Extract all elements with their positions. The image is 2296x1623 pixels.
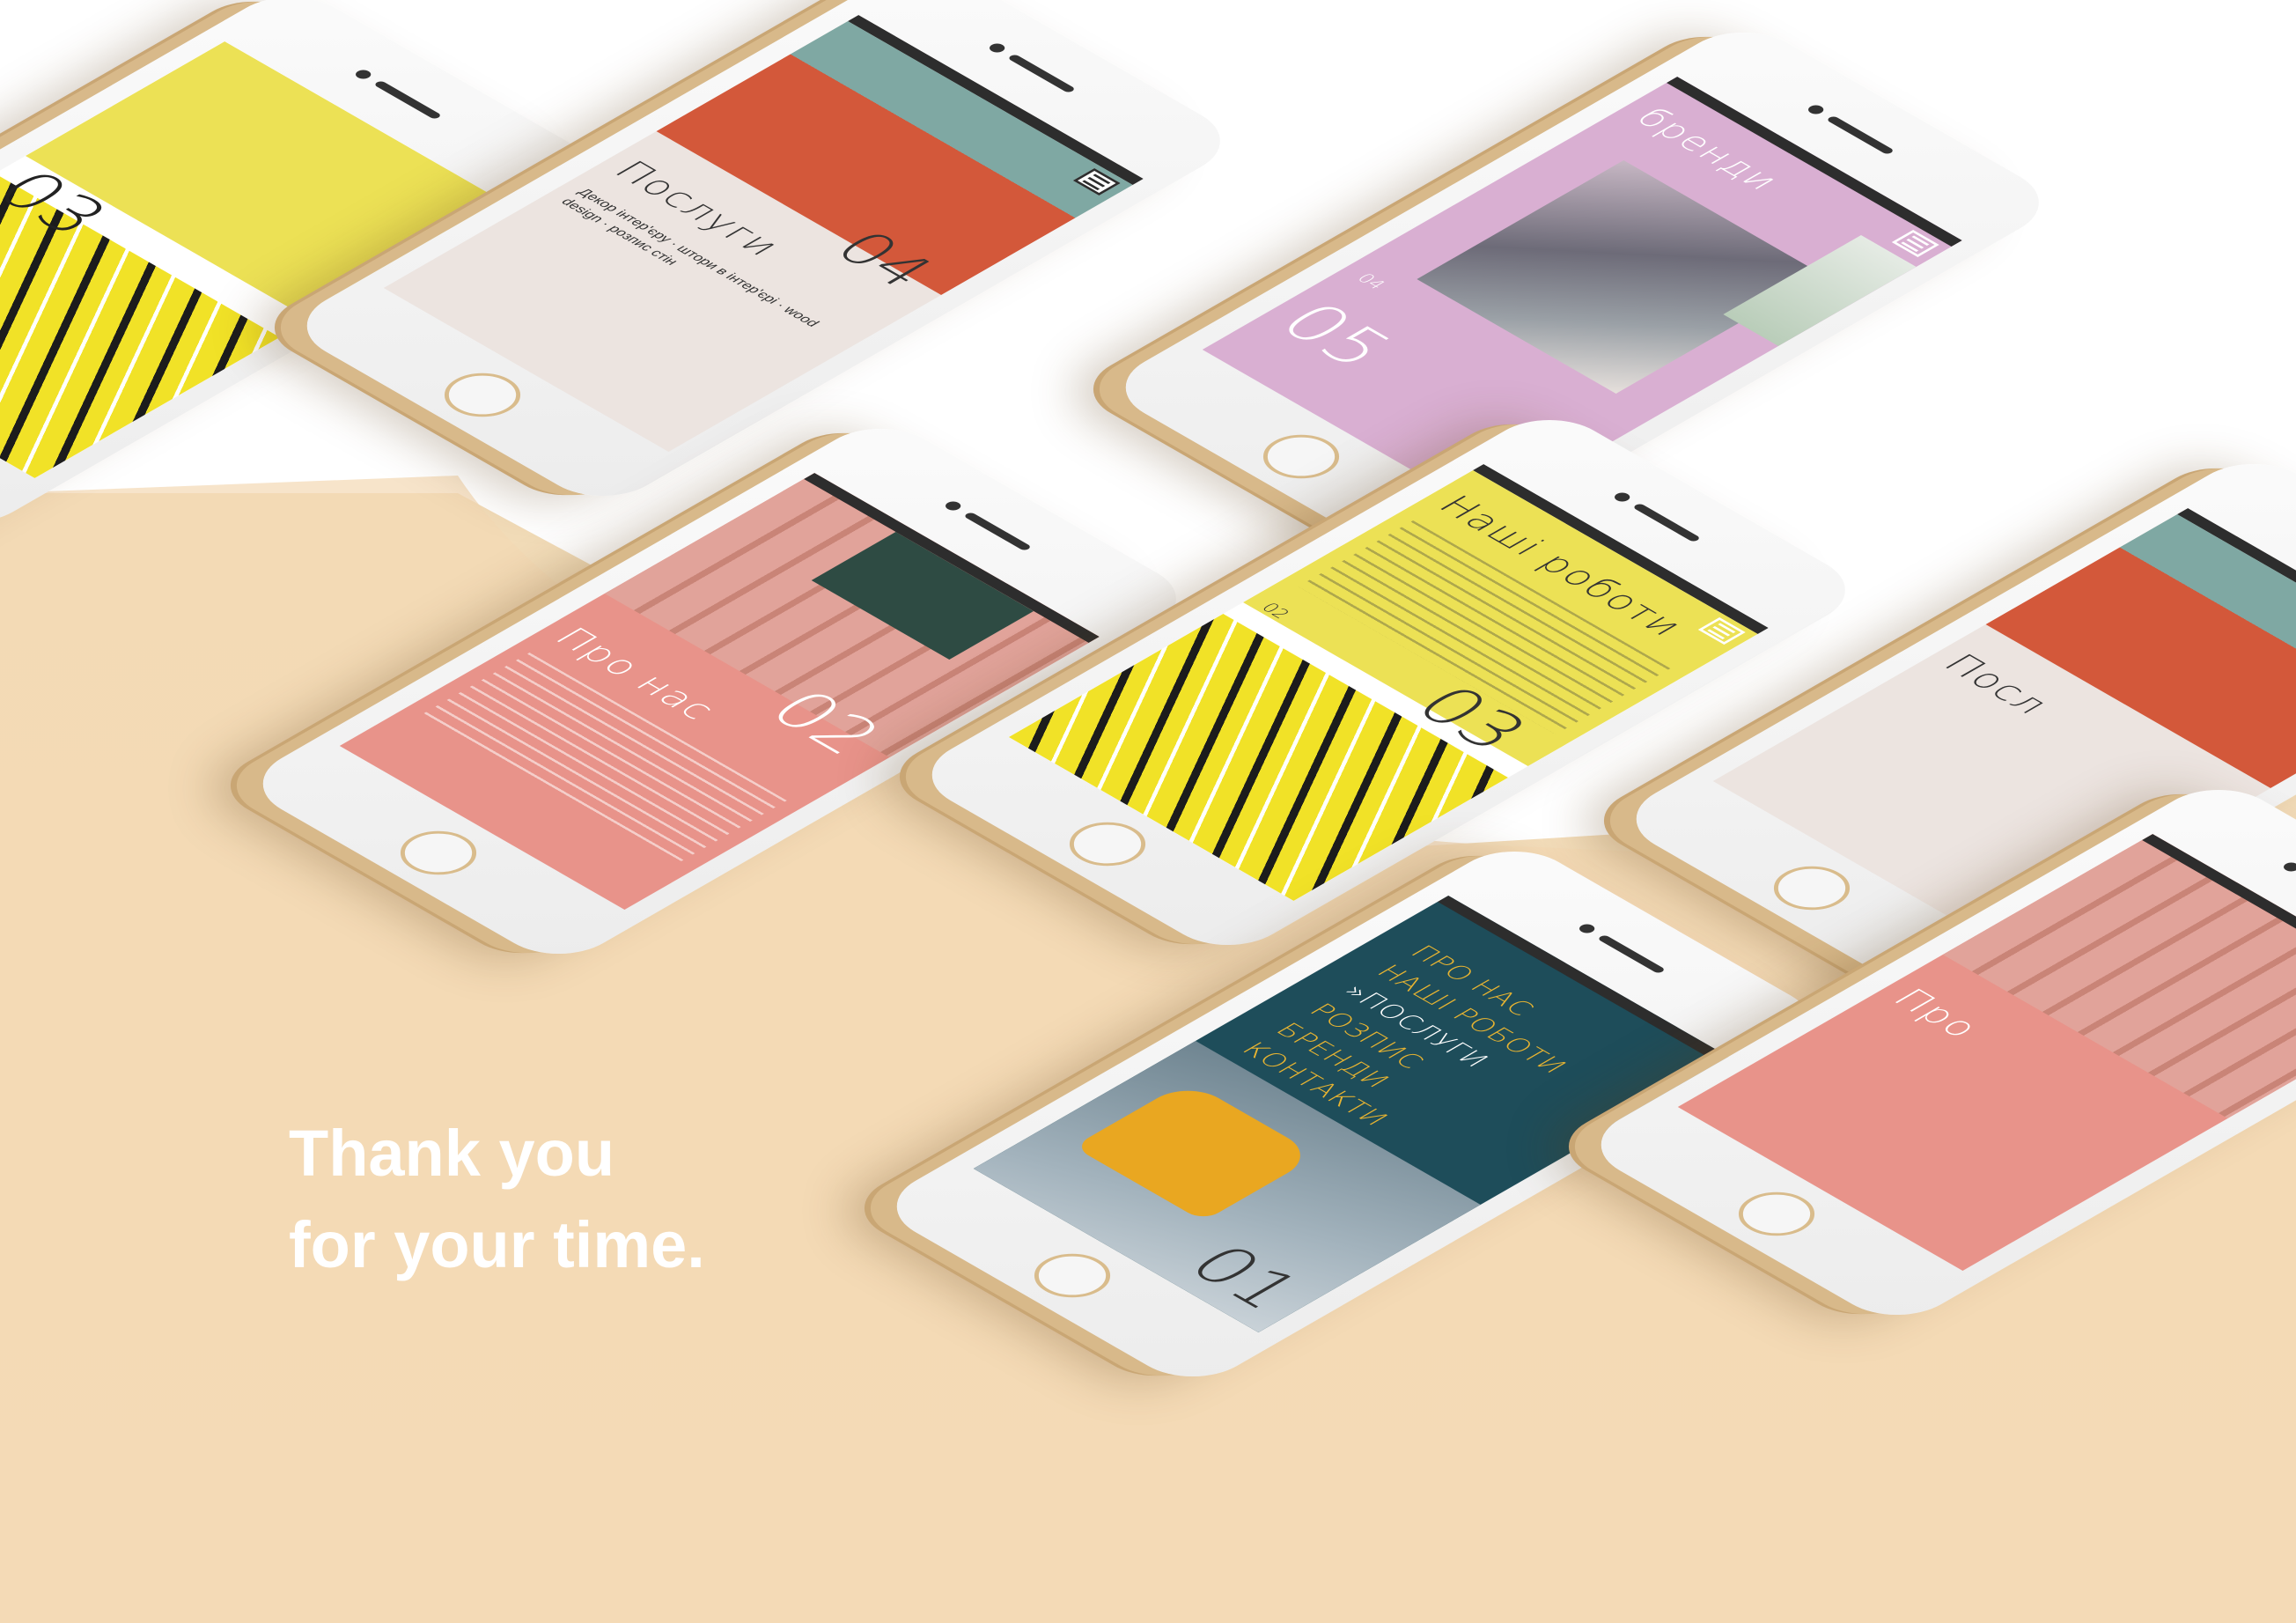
section-number: 05 [1261, 292, 1411, 379]
headline-line-1: Thank you [289, 1117, 615, 1190]
thank-you-headline: Thank you for your time. [289, 1108, 705, 1291]
presentation-canvas: 03 Послуги 04 Декор інтер'єру · штори в … [0, 0, 2296, 1623]
headline-line-2: for your time. [289, 1208, 705, 1281]
screen-title: Посл [1934, 648, 2061, 721]
prev-section-number: 04 [1352, 270, 1391, 292]
hero-photo-curtains [1985, 514, 2296, 788]
screen-title: Про [1883, 983, 1991, 1044]
